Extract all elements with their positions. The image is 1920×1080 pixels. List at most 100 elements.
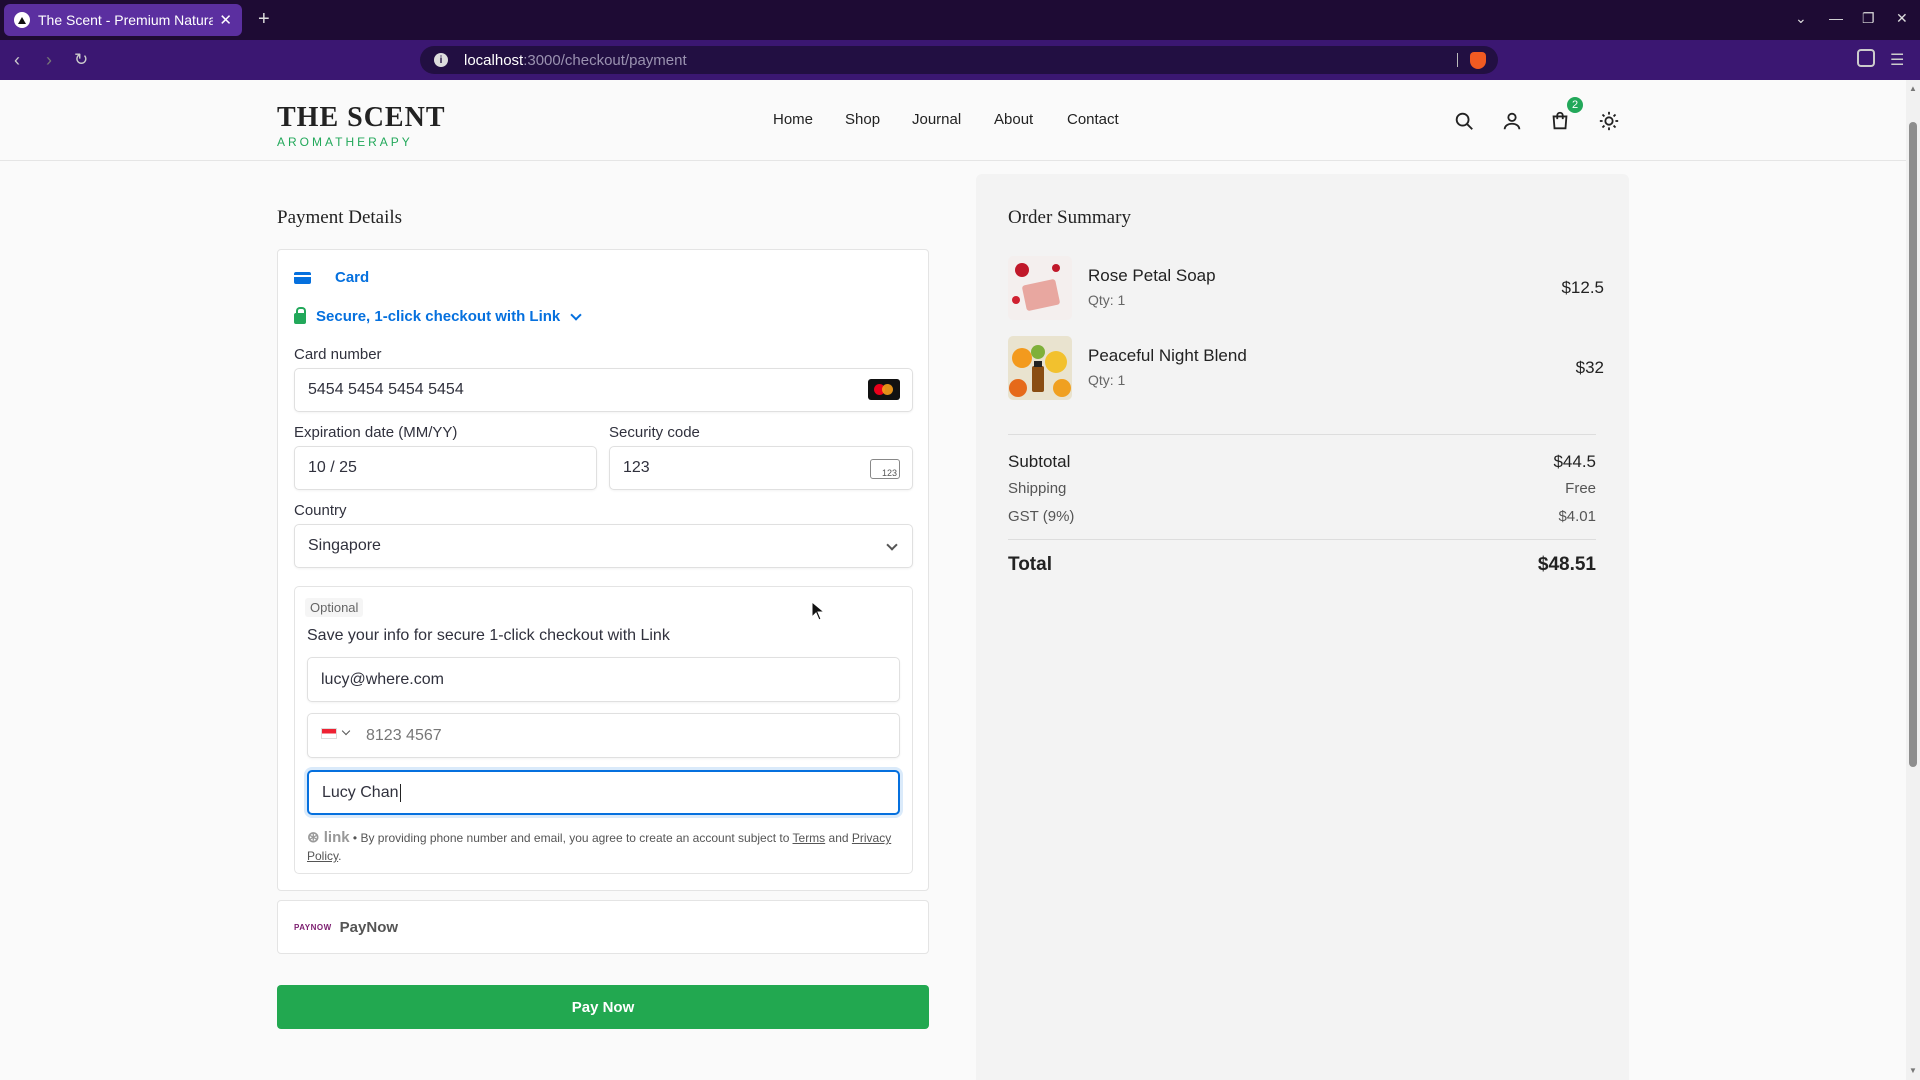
close-tab-icon[interactable]: ✕: [219, 11, 232, 29]
card-number-input[interactable]: 5454 5454 5454 5454: [294, 368, 913, 412]
peaceful-night-blend-image: [1008, 336, 1072, 400]
link-logo: ⊛ link: [307, 829, 350, 846]
reload-icon[interactable]: ↻: [74, 50, 88, 70]
optional-tag: Optional: [305, 598, 364, 617]
text-caret: [399, 783, 401, 802]
singapore-flag-icon[interactable]: [321, 728, 337, 739]
url-host: localhost: [464, 51, 524, 69]
expiry-value: 10 / 25: [308, 459, 357, 476]
chevron-down-icon: [886, 539, 898, 551]
item-price: $12.5: [1561, 278, 1604, 297]
page-content: THE SCENT AROMATHERAPY Home Shop Journal…: [0, 80, 1906, 1080]
search-icon[interactable]: [1453, 110, 1475, 132]
paynow-method[interactable]: PAYNOW PayNow: [277, 900, 929, 954]
tab-list-icon[interactable]: ⌄: [1795, 10, 1807, 27]
browser-tab-bar: The Scent - Premium Natura ✕ + ⌄ — ❐ ✕: [0, 0, 1920, 40]
expiry-label: Expiration date (MM/YY): [294, 424, 458, 441]
payment-details-title: Payment Details: [277, 207, 403, 228]
cvc-card-icon: 123: [870, 459, 900, 479]
url-field[interactable]: i localhost:3000/checkout/payment: [420, 46, 1498, 74]
link-checkout-toggle[interactable]: Secure, 1-click checkout with Link: [294, 307, 582, 325]
paynow-logo: PAYNOW: [294, 922, 332, 932]
item-name: Rose Petal Soap: [1088, 266, 1216, 285]
divider: [1008, 539, 1596, 540]
divider: [1008, 434, 1596, 435]
site-header: THE SCENT AROMATHERAPY Home Shop Journal…: [0, 80, 1906, 161]
nav-contact[interactable]: Contact: [1067, 111, 1119, 128]
shipping-label: Shipping: [1008, 480, 1067, 497]
minimize-icon[interactable]: —: [1829, 10, 1843, 26]
country-select[interactable]: Singapore: [294, 524, 913, 568]
wallet-icon[interactable]: [1857, 49, 1875, 67]
link-checkout-label: Secure, 1-click checkout with Link: [316, 308, 561, 325]
url-path: :3000/checkout/payment: [523, 51, 687, 69]
url-separator: [1457, 53, 1458, 67]
nav-shop[interactable]: Shop: [845, 111, 880, 128]
full-name-value: Lucy Chan: [322, 783, 399, 801]
favicon-icon: [14, 12, 30, 28]
order-item: Rose Petal Soap Qty: 1 $12.5: [1008, 256, 1604, 320]
total-value: $48.51: [1537, 554, 1596, 575]
mouse-cursor-icon: [811, 601, 825, 621]
browser-tab-active[interactable]: The Scent - Premium Natura ✕: [4, 4, 242, 36]
sun-icon[interactable]: [1598, 110, 1620, 132]
forward-icon[interactable]: ›: [46, 50, 52, 71]
credit-card-icon: [294, 271, 311, 284]
rose-petal-soap-image: [1008, 256, 1072, 320]
order-summary-panel: Order Summary Rose Petal Soap Qty: 1 $12…: [976, 174, 1629, 1080]
nav-journal[interactable]: Journal: [912, 111, 961, 128]
brave-shield-icon[interactable]: [1470, 52, 1486, 69]
subtotal-label: Subtotal: [1008, 452, 1071, 471]
email-value: lucy@where.com: [321, 670, 444, 688]
item-qty: Qty: 1: [1088, 292, 1126, 308]
logo[interactable]: THE SCENT AROMATHERAPY: [277, 102, 446, 149]
paynow-label: PayNow: [339, 918, 399, 936]
tab-title: The Scent - Premium Natura: [38, 12, 214, 28]
tax-label: GST (9%): [1008, 508, 1075, 525]
order-item: Peaceful Night Blend Qty: 1 $32: [1008, 336, 1604, 400]
phone-placeholder: 8123 4567: [366, 726, 442, 744]
expiry-input[interactable]: 10 / 25: [294, 446, 597, 490]
nav-home[interactable]: Home: [773, 111, 813, 128]
mastercard-icon: [868, 379, 900, 400]
shipping-value: Free: [1565, 480, 1596, 497]
subtotal-value: $44.5: [1553, 452, 1596, 471]
nav-about[interactable]: About: [994, 111, 1033, 128]
security-code-input[interactable]: 123 123: [609, 446, 913, 490]
close-window-icon[interactable]: ✕: [1896, 10, 1908, 27]
card-number-value: 5454 5454 5454 5454: [308, 381, 464, 398]
new-tab-icon[interactable]: +: [258, 8, 270, 31]
phone-input[interactable]: 8123 4567: [307, 713, 900, 758]
site-info-icon[interactable]: i: [434, 53, 448, 67]
total-label: Total: [1008, 554, 1052, 575]
user-icon[interactable]: [1501, 110, 1523, 132]
full-name-input[interactable]: Lucy Chan: [307, 770, 900, 815]
card-number-label: Card number: [294, 346, 382, 363]
chevron-down-icon: [341, 726, 351, 736]
scroll-down-icon[interactable]: ▼: [1909, 1066, 1917, 1075]
pay-now-button[interactable]: Pay Now: [277, 985, 929, 1029]
email-input[interactable]: lucy@where.com: [307, 657, 900, 702]
item-name: Peaceful Night Blend: [1088, 346, 1247, 365]
country-label: Country: [294, 502, 347, 519]
country-value: Singapore: [308, 537, 381, 554]
page-scrollbar[interactable]: ▲ ▼: [1906, 80, 1920, 1080]
order-summary-title: Order Summary: [1008, 207, 1131, 228]
back-icon[interactable]: ‹: [14, 50, 20, 71]
card-method-tab[interactable]: Card: [294, 269, 369, 286]
scroll-up-icon[interactable]: ▲: [1909, 84, 1917, 93]
maximize-icon[interactable]: ❐: [1862, 10, 1875, 27]
menu-icon[interactable]: ☰: [1890, 50, 1910, 70]
logo-subtitle: AROMATHERAPY: [277, 135, 413, 149]
lock-icon: [294, 307, 306, 324]
scrollbar-thumb[interactable]: [1909, 122, 1917, 767]
link-legal-text: ⊛ link • By providing phone number and e…: [307, 829, 892, 863]
security-code-label: Security code: [609, 424, 700, 441]
security-code-value: 123: [623, 459, 650, 476]
link-save-info-panel: Optional Save your info for secure 1-cli…: [294, 586, 913, 874]
logo-title: THE SCENT: [277, 102, 446, 133]
terms-link[interactable]: Terms: [793, 831, 826, 845]
cart-icon[interactable]: [1549, 110, 1571, 132]
card-method-label: Card: [335, 269, 370, 286]
save-info-text: Save your info for secure 1-click checko…: [307, 627, 670, 644]
